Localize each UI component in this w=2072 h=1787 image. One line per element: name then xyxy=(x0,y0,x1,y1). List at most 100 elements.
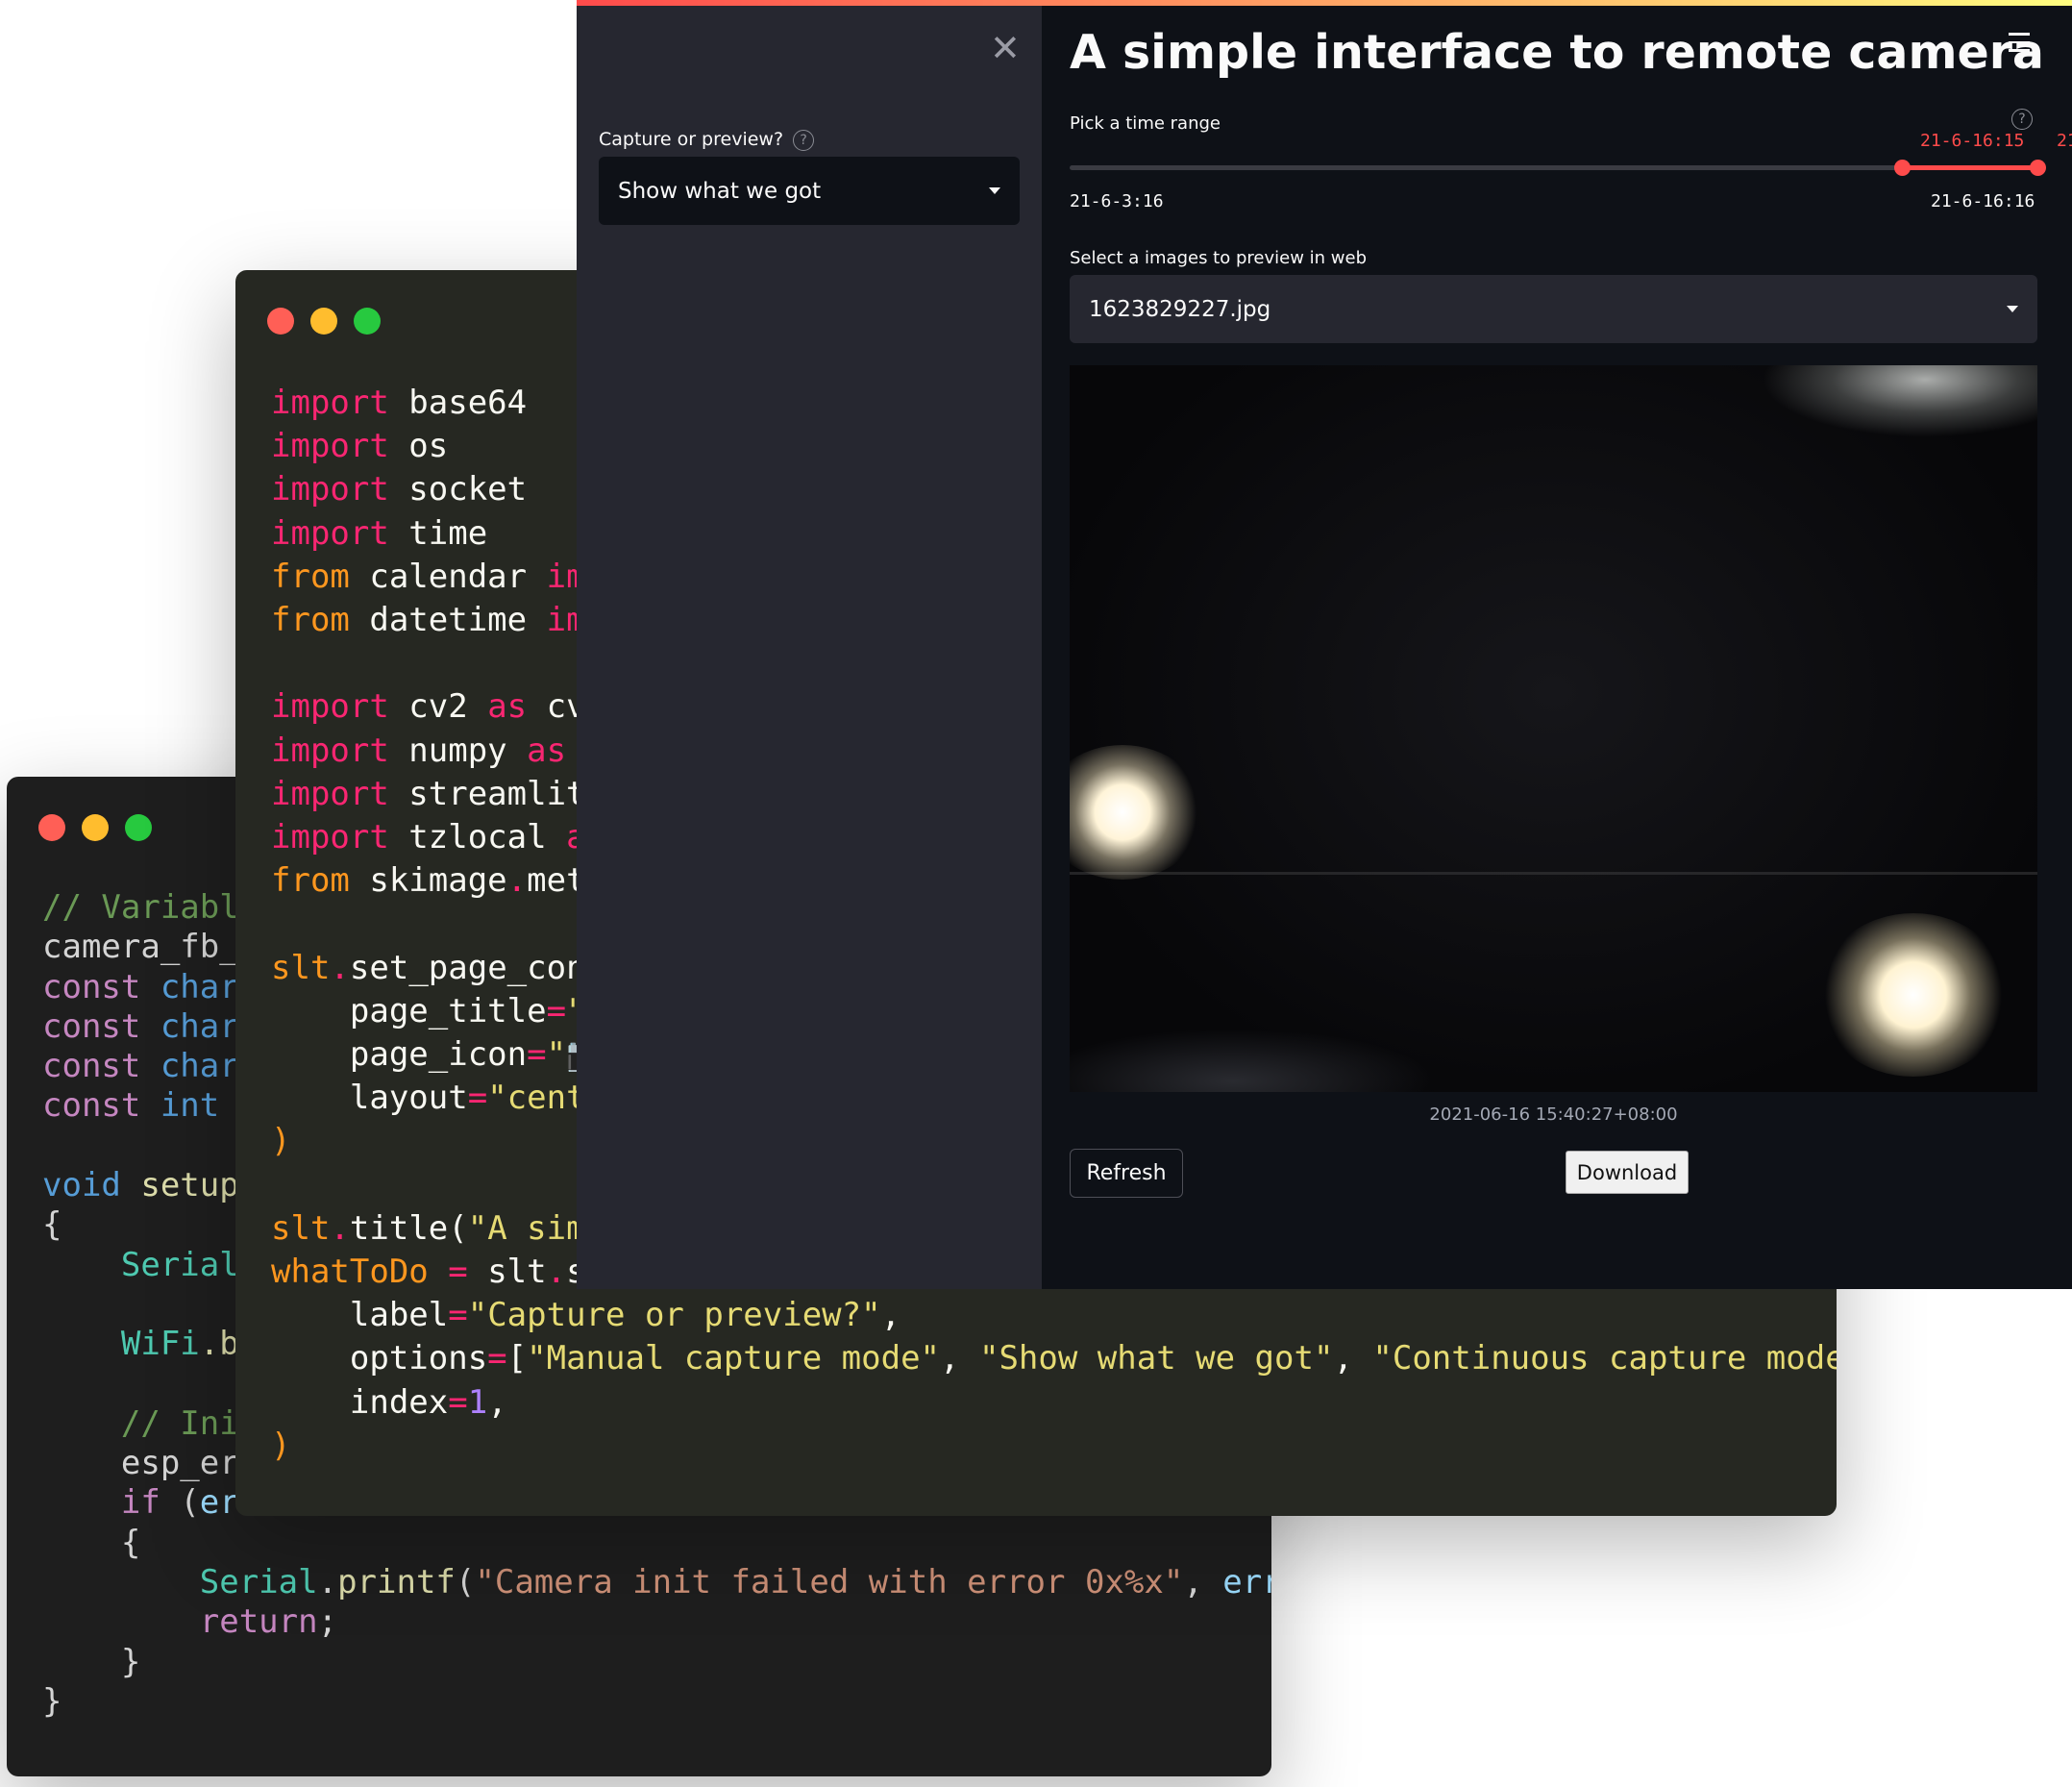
code-token: if xyxy=(120,1483,160,1523)
code-token: import xyxy=(271,731,389,770)
image-headlight xyxy=(1817,913,2010,1077)
code-token: char xyxy=(140,1006,239,1046)
code-token: slt xyxy=(271,1208,331,1248)
code-token: set_page_conf xyxy=(349,948,606,987)
code-token: time xyxy=(388,513,488,553)
image-select-label: Select a images to preview in web xyxy=(1070,248,1367,268)
code-token: index xyxy=(271,1382,449,1422)
code-token: , xyxy=(940,1339,979,1378)
code-token: . xyxy=(330,948,350,987)
time-range-slider[interactable] xyxy=(1070,160,2046,176)
code-token: whatToDo xyxy=(271,1253,429,1292)
image-floor-reflection xyxy=(1070,1029,1435,1092)
code-token: = xyxy=(428,1253,488,1292)
code-token: calendar xyxy=(349,557,547,596)
maximize-window-icon[interactable] xyxy=(354,308,381,335)
maximize-window-icon[interactable] xyxy=(125,814,152,841)
code-token: import xyxy=(271,384,389,422)
code-token: as xyxy=(527,731,567,770)
download-button[interactable]: Download xyxy=(1566,1151,1689,1194)
code-token: printf xyxy=(337,1563,456,1602)
slider-start-handle[interactable] xyxy=(1894,160,1912,176)
code-token: , xyxy=(1333,1339,1373,1378)
code-token: "Continuous capture mode" xyxy=(1372,1339,1837,1378)
image-select[interactable]: 1623829227.jpg xyxy=(1070,275,2037,343)
code-token: import xyxy=(271,470,389,509)
page-title: A simple interface to remote camera xyxy=(1070,25,2044,80)
code-token: "Manual capture mode" xyxy=(527,1339,941,1378)
code-token: = xyxy=(467,1079,488,1118)
close-window-icon[interactable] xyxy=(267,308,294,335)
code-token: char xyxy=(140,967,239,1006)
streamlit-app-window: ✕ Capture or preview?? Show what we got … xyxy=(577,0,2072,1289)
capture-mode-select-value: Show what we got xyxy=(618,178,822,204)
code-token: import xyxy=(271,427,389,466)
chevron-down-icon xyxy=(2007,306,2018,312)
capture-mode-select[interactable]: Show what we got xyxy=(599,157,1020,225)
sidebar: ✕ Capture or preview?? Show what we got xyxy=(577,6,1042,1289)
capture-or-preview-label-text: Capture or preview? xyxy=(599,129,784,150)
code-token: camera_fb_t xyxy=(42,928,259,967)
code-token: 1 xyxy=(467,1382,488,1422)
code-token: = xyxy=(487,1339,507,1378)
camera-preview-image xyxy=(1070,365,2037,1092)
code-token: "Capture or preview?" xyxy=(467,1296,881,1335)
refresh-button[interactable]: Refresh xyxy=(1070,1149,1183,1198)
code-token: page_title xyxy=(271,991,547,1030)
code-token: const xyxy=(42,1086,141,1126)
main-content: A simple interface to remote camera Pick… xyxy=(1042,6,2072,1289)
close-icon[interactable]: ✕ xyxy=(990,27,1021,69)
window-controls xyxy=(267,308,397,338)
time-range-label: Pick a time range xyxy=(1070,113,1221,134)
slider-max-label: 21-6-16:16 xyxy=(1931,191,2035,211)
help-icon[interactable]: ? xyxy=(2011,109,2033,130)
close-window-icon[interactable] xyxy=(38,814,65,841)
code-token: page_icon xyxy=(271,1035,528,1075)
code-token: , xyxy=(487,1382,507,1422)
code-token: from xyxy=(271,601,350,640)
code-token: title( xyxy=(349,1208,468,1248)
code-token: void xyxy=(42,1166,121,1205)
code-token: // Variable xyxy=(42,888,259,927)
code-token: os xyxy=(388,427,449,466)
code-token: slt xyxy=(487,1253,547,1292)
code-token: int xyxy=(140,1086,220,1126)
code-token: "Camera init failed with error 0x%x" xyxy=(475,1563,1184,1602)
slider-selected-range xyxy=(1902,165,2037,170)
code-token: ; xyxy=(317,1602,338,1642)
image-rail-line xyxy=(1070,872,2037,875)
image-select-value: 1623829227.jpg xyxy=(1089,296,1271,322)
code-token: = xyxy=(448,1296,468,1335)
code-token: ( xyxy=(455,1563,476,1602)
minimize-window-icon[interactable] xyxy=(82,814,109,841)
image-headlight xyxy=(1070,745,1204,880)
code-token: streamlit xyxy=(388,774,586,813)
code-token: numpy xyxy=(388,731,528,770)
code-token: = xyxy=(546,991,567,1030)
hamburger-menu-icon[interactable] xyxy=(2009,33,2030,58)
slider-min-label: 21-6-3:16 xyxy=(1070,191,1164,211)
code-token: . xyxy=(330,1208,350,1248)
help-icon[interactable]: ? xyxy=(793,129,815,151)
code-token: char xyxy=(140,1047,239,1086)
code-token: import xyxy=(271,774,389,813)
code-token: import xyxy=(271,513,389,553)
range-end-value: 21-6-16:16 xyxy=(2057,131,2072,151)
minimize-window-icon[interactable] xyxy=(310,308,337,335)
code-token: base64 xyxy=(388,384,528,422)
code-token: Serial xyxy=(199,1563,318,1602)
code-token: = xyxy=(527,1035,547,1075)
slider-end-handle[interactable] xyxy=(2030,160,2046,176)
code-token: const xyxy=(42,967,141,1006)
code-token: tzlocal xyxy=(388,818,567,857)
code-token: , xyxy=(1183,1563,1223,1602)
code-token: import xyxy=(271,818,389,857)
code-token: ) xyxy=(271,1122,291,1161)
code-token: Serial xyxy=(120,1245,239,1284)
code-token: , xyxy=(880,1296,901,1335)
code-token: esp_err xyxy=(42,1444,259,1483)
